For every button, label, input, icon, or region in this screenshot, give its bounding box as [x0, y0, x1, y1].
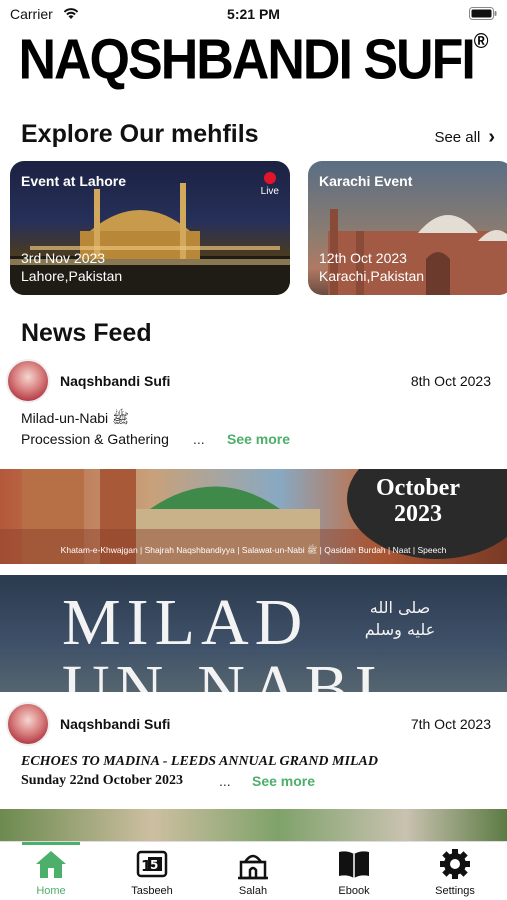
svg-text:5: 5	[150, 858, 158, 872]
milad-title-line2: UN-NABI	[62, 652, 383, 693]
event-place: Lahore,Pakistan	[21, 268, 123, 284]
milad-title-line1: MILAD	[62, 586, 309, 659]
program-list: Khatam-e-Khwajgan | Shajrah Naqshbandiyy…	[60, 545, 447, 555]
badge-month: October	[376, 475, 460, 501]
clock: 5:21 PM	[227, 6, 280, 22]
post-ellipsis: ...	[219, 773, 231, 789]
tab-label: Ebook	[338, 885, 370, 897]
tasbeeh-icon: 1 5	[136, 850, 168, 878]
event-date: 3rd Nov 2023	[21, 250, 106, 266]
post-image-procession[interactable]	[0, 809, 507, 841]
avatar[interactable]	[6, 359, 50, 403]
tab-label: Settings	[435, 885, 475, 897]
see-more-link[interactable]: See more	[252, 773, 315, 789]
see-all-link[interactable]: See all ›	[434, 126, 495, 149]
battery-icon	[469, 7, 497, 20]
mosque-icon	[238, 854, 268, 880]
avatar[interactable]	[6, 702, 50, 746]
post-image-october[interactable]: October 2023 Khatam-e-Khwajgan | Shajrah…	[0, 469, 507, 564]
brand-name: NAQSHBANDI SUFI	[18, 28, 475, 92]
date-badge-text: October 2023	[353, 475, 483, 527]
tab-salah[interactable]: Salah	[223, 842, 283, 900]
event-card-lahore[interactable]: Event at Lahore Live 3rd Nov 2023 Lahore…	[10, 161, 290, 295]
news-feed-title: News Feed	[21, 319, 152, 347]
event-card-karachi[interactable]: Karachi Event 12th Oct 2023 Karachi,Paki…	[308, 161, 507, 295]
tab-tasbeeh[interactable]: 1 5 Tasbeeh	[122, 842, 182, 900]
tab-ebook[interactable]: Ebook	[324, 842, 384, 900]
status-bar: Carrier 5:21 PM	[0, 0, 507, 28]
event-title: Event at Lahore	[21, 173, 127, 189]
milad-title: MILAD UN-NABI	[62, 586, 383, 693]
see-all-label: See all	[434, 129, 481, 146]
post-author[interactable]: Naqshbandi Sufi	[60, 716, 170, 732]
gear-icon	[440, 849, 470, 879]
tab-label: Tasbeeh	[131, 885, 173, 897]
tab-home[interactable]: Home	[21, 842, 81, 900]
post-text-line: Sunday 22nd October 2023	[21, 773, 183, 788]
arabic-calligraphy: صلى الله عليه وسلم	[364, 598, 436, 639]
post-date: 7th Oct 2023	[410, 716, 491, 732]
post-date: 8th Oct 2023	[410, 373, 491, 389]
post-image-milad[interactable]: MILAD UN-NABI صلى الله عليه وسلم	[0, 575, 507, 692]
event-date: 12th Oct 2023	[319, 250, 407, 266]
chevron-right-icon: ›	[488, 126, 495, 148]
post-ellipsis: ...	[193, 431, 205, 447]
post-header: Naqshbandi Sufi 8th Oct 2023	[0, 359, 507, 405]
registered-mark: ®	[473, 29, 489, 54]
bottom-tab-bar: Home 1 5 Tasbeeh Salah Ebook Settings	[0, 841, 507, 900]
post-author[interactable]: Naqshbandi Sufi	[60, 373, 170, 389]
book-icon	[339, 851, 369, 878]
post-text-line: Milad-un-Nabi ﷺ	[21, 410, 129, 426]
live-indicator-icon	[264, 172, 276, 184]
badge-year: 2023	[394, 501, 442, 527]
live-label: Live	[260, 186, 279, 197]
post-text-line: Procession & Gathering	[21, 431, 169, 447]
tab-label: Salah	[238, 885, 268, 897]
post-text-line: ECHOES TO MADINA - LEEDS ANNUAL GRAND MI…	[21, 754, 378, 769]
see-more-link[interactable]: See more	[227, 431, 290, 447]
tab-label: Home	[36, 885, 66, 897]
event-place: Karachi,Pakistan	[319, 268, 425, 284]
home-icon	[36, 851, 66, 878]
event-title: Karachi Event	[319, 173, 413, 189]
tab-settings[interactable]: Settings	[425, 842, 485, 900]
post-header: Naqshbandi Sufi 7th Oct 2023	[0, 702, 507, 748]
brand-logo: NAQSHBANDI SUFI®	[0, 28, 507, 93]
mehfils-section-title: Explore Our mehfils	[21, 120, 259, 148]
